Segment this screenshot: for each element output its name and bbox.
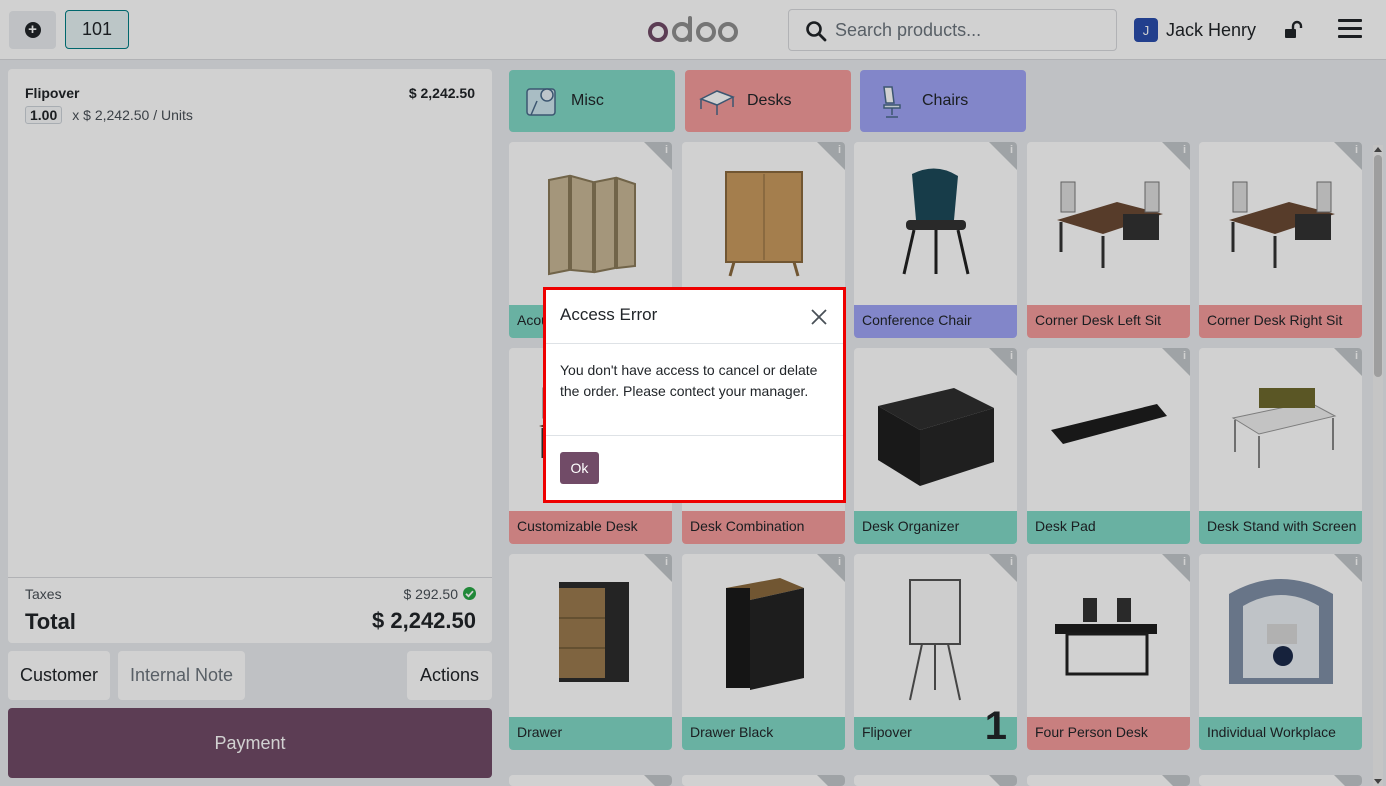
dialog-header: Access Error — [546, 290, 843, 344]
dialog-title: Access Error — [560, 305, 658, 324]
dialog-footer: Ok — [546, 435, 843, 503]
access-error-dialog: Access Error You don't have access to ca… — [543, 287, 846, 503]
ok-button[interactable]: Ok — [560, 452, 599, 484]
close-icon[interactable] — [810, 308, 828, 326]
dialog-message: You don't have access to cancel or delat… — [560, 362, 818, 399]
